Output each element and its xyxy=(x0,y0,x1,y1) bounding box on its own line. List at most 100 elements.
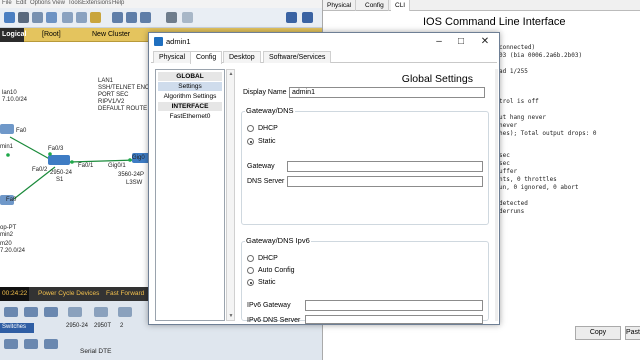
ipv6-gateway-input[interactable] xyxy=(305,300,483,311)
zoom-out-icon[interactable] xyxy=(140,12,151,23)
close-button[interactable]: ✕ xyxy=(475,35,495,48)
switch-model-icon[interactable] xyxy=(118,307,132,317)
root-button[interactable]: [Root] xyxy=(42,31,61,38)
tab-physical[interactable]: Physical xyxy=(153,51,192,63)
menu-edit[interactable]: Edit xyxy=(16,0,26,6)
scroll-down-icon[interactable]: ▼ xyxy=(228,313,234,319)
canvas-label: Fa0/2 xyxy=(32,167,48,173)
cli-tab-cli[interactable]: CLI xyxy=(391,0,411,11)
wizard-icon[interactable] xyxy=(46,12,57,23)
palette-icon[interactable] xyxy=(166,12,177,23)
console-line: ad 1/255 xyxy=(499,68,528,75)
dhcp-radio[interactable] xyxy=(247,125,254,132)
switch-model-label: 2 xyxy=(120,323,124,329)
scroll-up-icon[interactable]: ▲ xyxy=(228,71,234,77)
ipv6-gateway-label: IPv6 Gateway xyxy=(247,302,291,309)
note-label: LAN1 xyxy=(98,78,114,84)
print-icon[interactable] xyxy=(32,12,43,23)
save-icon[interactable] xyxy=(18,12,29,23)
minimize-button[interactable]: – xyxy=(429,35,449,48)
zoom-in-icon[interactable] xyxy=(112,12,123,23)
menu-help[interactable]: Help xyxy=(112,0,124,6)
console-line: connected) xyxy=(499,44,536,51)
display-name-input[interactable]: admin1 xyxy=(289,87,485,98)
canvas-label: Fa0/1 xyxy=(78,163,94,169)
ipv6-auto-config-radio[interactable] xyxy=(247,267,254,274)
switch-model: 2950-24 xyxy=(50,170,73,176)
cli-title: IOS Command Line Interface xyxy=(423,16,566,28)
canvas-label: min1 xyxy=(0,144,14,150)
paste-button[interactable]: Paste xyxy=(625,326,640,340)
console-line: hes); Total output drops: 0 xyxy=(499,130,597,137)
connection-type-label: Serial DTE xyxy=(80,348,112,355)
menu-tools[interactable]: Tools xyxy=(68,0,82,6)
console-line: derruns xyxy=(499,208,525,215)
dhcp-label: DHCP xyxy=(258,125,278,132)
menu-view[interactable]: View xyxy=(52,0,65,6)
nav-item-settings[interactable]: Settings xyxy=(158,82,222,91)
l3sw-model: 3560-24P xyxy=(118,172,145,178)
cli-tab-bar: Physical Config CLI xyxy=(323,0,640,11)
ipv6-dns-server-input[interactable] xyxy=(305,315,483,324)
console-line: detected xyxy=(499,200,528,207)
logical-tab[interactable]: Logical xyxy=(0,28,27,42)
info-icon[interactable] xyxy=(286,12,297,23)
device-category-label: Switches xyxy=(0,323,34,333)
paste-icon[interactable] xyxy=(76,12,87,23)
ipv6-dhcp-radio[interactable] xyxy=(247,255,254,262)
ipv6-dhcp-label: DHCP xyxy=(258,255,278,262)
end-device-category-icon[interactable] xyxy=(4,339,18,349)
maximize-button[interactable]: □ xyxy=(451,35,471,48)
static-radio[interactable] xyxy=(247,138,254,145)
menu-options[interactable]: Options xyxy=(30,0,51,6)
dns-server-label: DNS Server xyxy=(247,178,285,185)
switch-model-label: 2950-24 xyxy=(66,323,89,329)
connection-category-icon[interactable] xyxy=(24,339,38,349)
ipv6-static-label: Static xyxy=(258,279,276,286)
ipv6-static-radio[interactable] xyxy=(247,279,254,286)
menu-file[interactable]: File xyxy=(2,0,12,6)
nav-item-fastethernet0[interactable]: FastEthernet0 xyxy=(158,112,222,121)
copy-button[interactable]: Copy xyxy=(575,326,621,340)
zoom-reset-icon[interactable] xyxy=(126,12,137,23)
copy-icon[interactable] xyxy=(62,12,73,23)
console-line: ut hang never xyxy=(499,114,546,121)
canvas-label: Fa0/3 xyxy=(48,146,64,152)
switch-model-label: 2950T xyxy=(94,323,112,329)
device-config-window: admin1 – □ ✕ Physical Config Desktop Sof… xyxy=(148,32,500,325)
power-cycle-button[interactable]: Power Cycle Devices xyxy=(38,290,99,297)
note-label: PORT SEC xyxy=(98,92,129,98)
static-label: Static xyxy=(258,138,276,145)
open-icon[interactable] xyxy=(4,12,15,23)
fast-forward-button[interactable]: Fast Forward xyxy=(106,290,144,297)
canvas-label: 7.10.0/24 xyxy=(2,97,28,103)
help-icon[interactable] xyxy=(302,12,313,23)
console-line: never xyxy=(499,122,518,129)
router-category-icon[interactable] xyxy=(4,307,18,317)
display-name-label: Display Name xyxy=(243,89,287,96)
menu-extensions[interactable]: Extensions xyxy=(82,0,111,6)
switch-model-icon[interactable] xyxy=(94,307,108,317)
cli-tab-physical[interactable]: Physical xyxy=(323,0,357,11)
switch-model-icon[interactable] xyxy=(68,307,82,317)
custom-device-icon[interactable] xyxy=(182,12,193,23)
hub-category-icon[interactable] xyxy=(44,307,58,317)
tab-config[interactable]: Config xyxy=(190,51,223,64)
sim-clock: 00:24:22 xyxy=(0,287,30,301)
tab-software-services[interactable]: Software/Services xyxy=(263,51,332,63)
undo-icon[interactable] xyxy=(90,12,101,23)
console-line: trol is off xyxy=(499,98,539,105)
dns-server-input[interactable] xyxy=(287,176,483,187)
wireless-category-icon[interactable] xyxy=(44,339,58,349)
new-cluster-button[interactable]: New Cluster xyxy=(92,31,130,38)
cli-tab-config[interactable]: Config xyxy=(361,0,389,11)
nav-item-algorithm-settings[interactable]: Algorithm Settings xyxy=(158,92,222,101)
window-title: admin1 xyxy=(166,37,191,46)
settings-scrollbar[interactable] xyxy=(495,69,498,321)
gateway-input[interactable] xyxy=(287,161,483,172)
window-titlebar[interactable]: admin1 – □ ✕ xyxy=(149,33,499,50)
canvas-label: m20 xyxy=(0,241,12,247)
nav-scrollbar[interactable]: ▲ ▼ xyxy=(226,69,235,321)
switch-category-icon[interactable] xyxy=(24,307,38,317)
tab-desktop[interactable]: Desktop xyxy=(223,51,261,63)
